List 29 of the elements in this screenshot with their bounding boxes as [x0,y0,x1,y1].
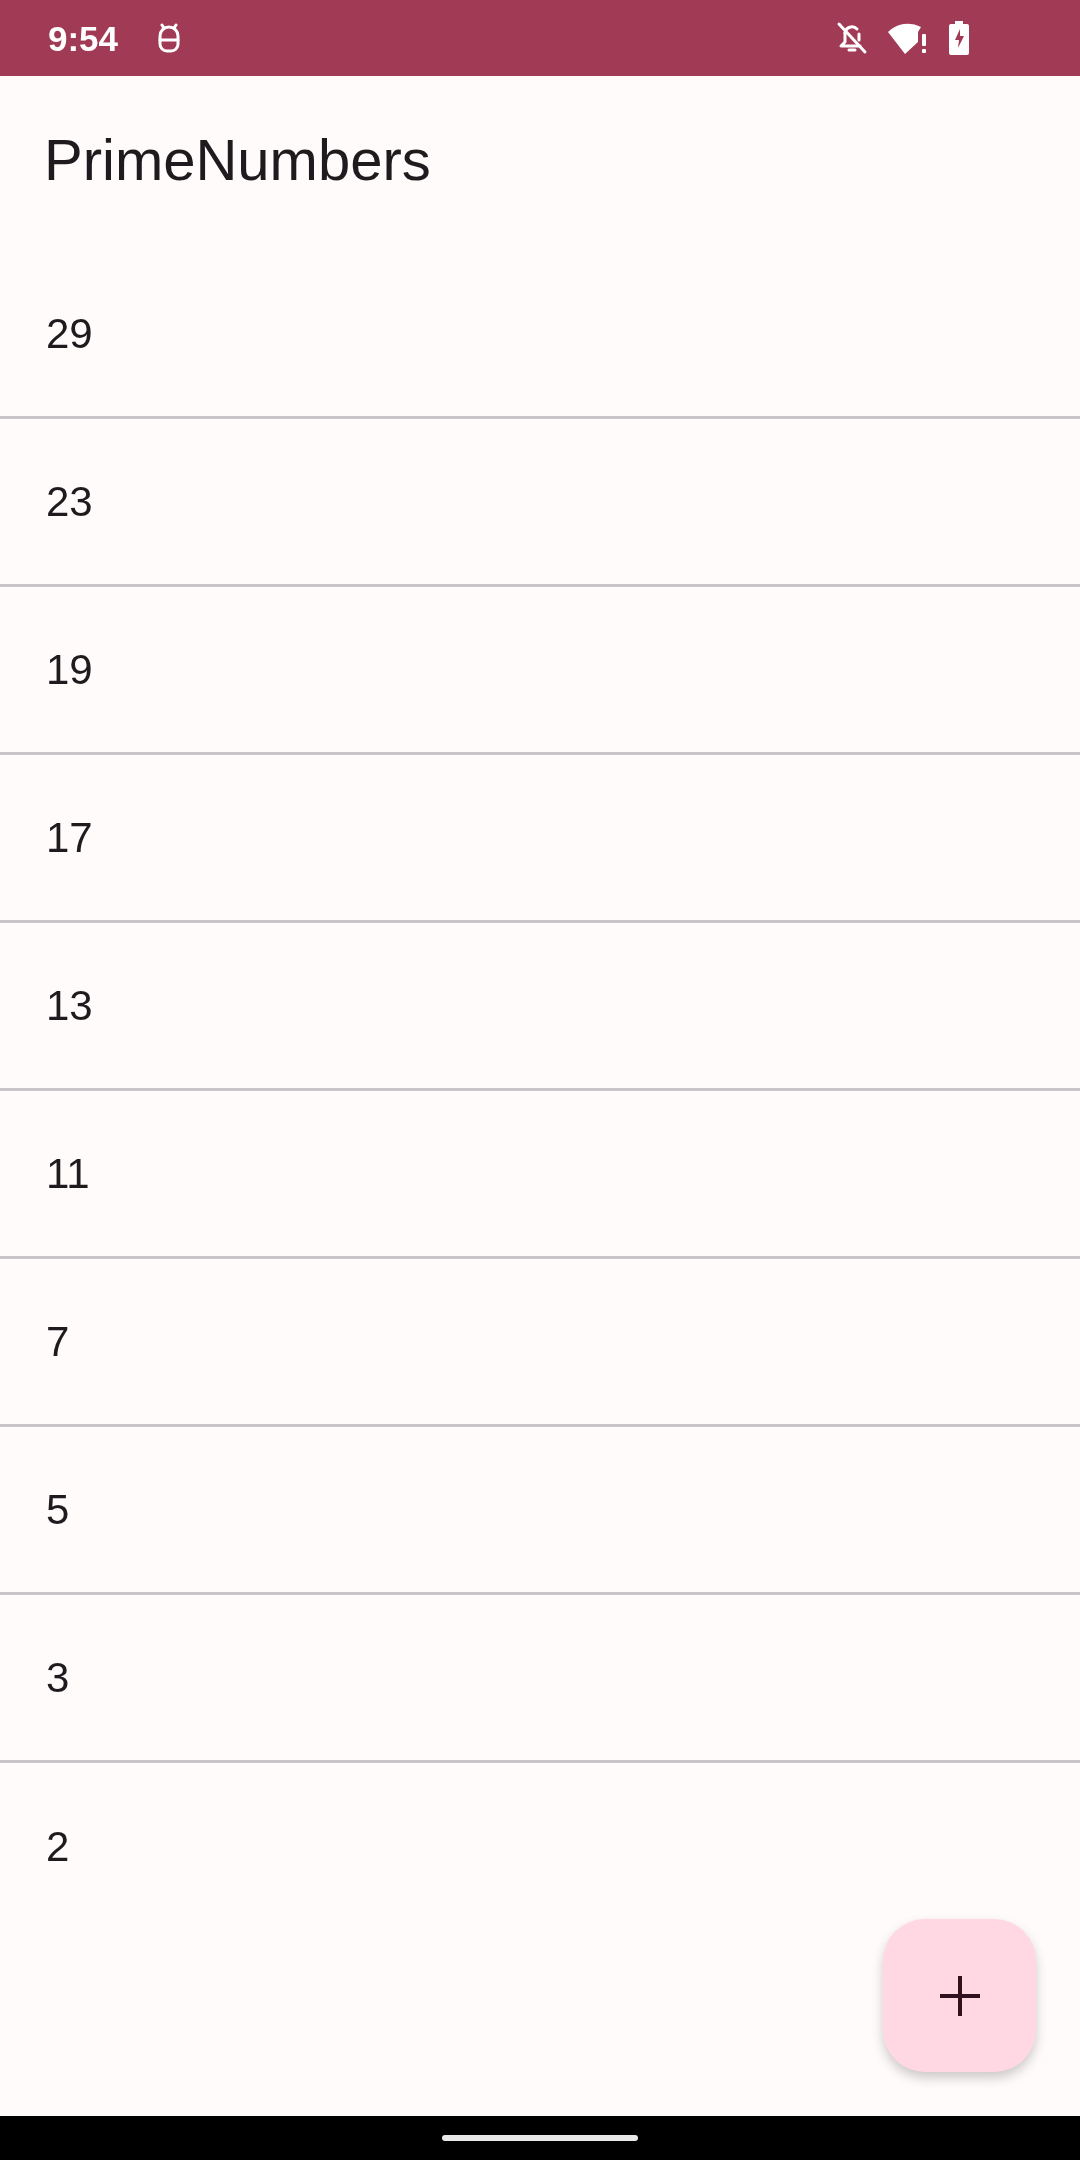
list-item[interactable]: 11 [0,1091,1080,1259]
status-time: 9:54 [48,20,119,56]
list-item[interactable]: 23 [0,419,1080,587]
list-item[interactable]: 7 [0,1259,1080,1427]
list-item[interactable]: 3 [0,1595,1080,1763]
number-label: 7 [46,1320,70,1363]
number-label: 5 [46,1488,70,1531]
app-title: PrimeNumbers [44,130,431,189]
number-label: 29 [46,312,93,355]
bell-off-icon [836,21,868,55]
wifi-alert-icon [888,22,928,54]
number-label: 11 [46,1152,90,1195]
number-label: 19 [46,648,93,691]
plus-icon [939,1975,980,2016]
home-handle[interactable] [442,2135,638,2141]
list-item[interactable]: 17 [0,755,1080,923]
list-item[interactable]: 2 [0,1763,1080,1931]
number-label: 13 [46,984,93,1027]
list-item[interactable]: 19 [0,587,1080,755]
number-label: 3 [46,1656,70,1699]
list-item[interactable]: 13 [0,923,1080,1091]
list-item[interactable]: 5 [0,1427,1080,1595]
add-fab[interactable] [883,1919,1036,2072]
number-label: 23 [46,480,93,523]
number-label: 2 [46,1826,70,1868]
list-item[interactable]: 29 [0,251,1080,419]
robot-face-icon [156,23,183,53]
number-label: 17 [46,816,93,859]
battery-charging-icon [948,21,970,55]
